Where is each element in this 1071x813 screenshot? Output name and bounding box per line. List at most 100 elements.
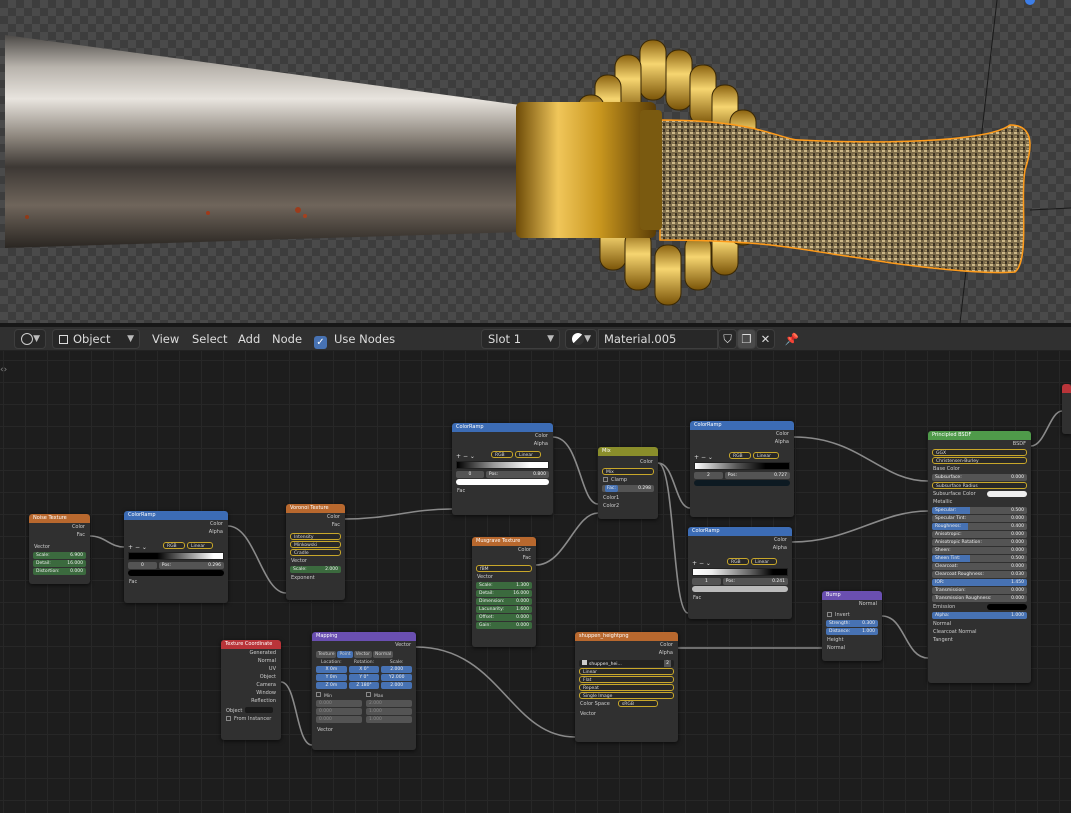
- color-space-row[interactable]: Color Space sRGB: [575, 700, 678, 708]
- material-browse-button[interactable]: ▼: [565, 329, 597, 349]
- stop-color-swatch[interactable]: [128, 570, 224, 576]
- node-principled-bsdf[interactable]: Principled BSDF BSDF GGX Christensen-Bur…: [928, 431, 1031, 683]
- stop-pos-field[interactable]: Pos: 0.727: [724, 472, 790, 479]
- object-mode-dropdown[interactable]: Object ▼: [52, 329, 140, 349]
- menu-view[interactable]: View: [152, 329, 179, 349]
- fake-user-shield-icon[interactable]: ⛉: [718, 329, 737, 349]
- strength-field[interactable]: Strength: 0.300: [826, 620, 878, 627]
- detail-field[interactable]: Detail: 16.000: [476, 590, 532, 597]
- clearcoat-field[interactable]: Clearcoat: 0.000: [932, 563, 1027, 570]
- stop-pos-field[interactable]: Pos: 0.241: [722, 578, 788, 585]
- ramp-controls[interactable]: + − ⌄ RGB Linear: [694, 452, 790, 461]
- menu-node[interactable]: Node: [272, 329, 302, 349]
- extension-dropdown[interactable]: Repeat: [579, 684, 674, 691]
- menu-add[interactable]: Add: [238, 329, 260, 349]
- transmission-field[interactable]: Transmission: 0.000: [932, 587, 1027, 594]
- anisotropic-rotation-field[interactable]: Anisotropic Rotation: 0.000: [932, 539, 1027, 546]
- ramp-controls[interactable]: + − ⌄ RGB Linear: [456, 451, 549, 460]
- projection-dropdown[interactable]: Flat: [579, 676, 674, 683]
- material-name-field[interactable]: Material.005: [598, 329, 718, 349]
- stop-index-field[interactable]: 0: [128, 562, 157, 569]
- ramp-stop-row: 2 Pos: 0.727: [694, 472, 790, 479]
- clearcoat-roughness-field[interactable]: Clearcoat Roughness: 0.030: [932, 571, 1027, 578]
- color-ramp-gradient[interactable]: [692, 568, 788, 576]
- sheen-tint-field[interactable]: Sheen Tint: 0.500: [932, 555, 1027, 562]
- mapping-type-tabs[interactable]: Texture Point Vector Normal: [316, 651, 412, 658]
- node-bump[interactable]: Bump Normal Invert Strength: 0.300 Distan…: [822, 591, 882, 661]
- ramp-controls[interactable]: + − ⌄ RGB Linear: [692, 558, 788, 567]
- stop-color-swatch[interactable]: [694, 480, 790, 486]
- color-ramp-gradient[interactable]: [128, 552, 224, 560]
- node-image-texture[interactable]: shuppen_heightpng Color Alpha shuppen_he…: [575, 632, 678, 742]
- dimension-field[interactable]: Dimension: 0.000: [476, 598, 532, 605]
- node-texture-coordinate[interactable]: Texture Coordinate Generated Normal UV O…: [221, 640, 281, 740]
- node-colorramp-1[interactable]: ColorRamp Color Alpha + − ⌄ RGB Linear 0 Po…: [124, 511, 228, 603]
- distortion-field[interactable]: Distortion: 0.000: [33, 568, 86, 575]
- stop-pos-field[interactable]: Pos: 0.800: [485, 471, 549, 478]
- subsurface-color-row[interactable]: Subsurface Color: [928, 490, 1031, 498]
- distribution-dropdown[interactable]: GGX: [932, 449, 1027, 456]
- alpha-field[interactable]: Alpha: 1.000: [932, 612, 1027, 619]
- ramp-controls[interactable]: + − ⌄ RGB Linear: [128, 542, 224, 551]
- pin-icon[interactable]: 📌: [784, 329, 800, 349]
- invert-checkbox[interactable]: Invert: [822, 611, 882, 619]
- musgrave-type-dropdown[interactable]: fBM: [476, 565, 532, 572]
- subsurface-method-dropdown[interactable]: Christensen-Burley: [932, 457, 1027, 464]
- stop-color-swatch[interactable]: [456, 479, 549, 485]
- node-noise-texture[interactable]: Noise Texture Color Fac Vector Scale: 6.9…: [29, 514, 90, 584]
- transmission-roughness-field[interactable]: Transmission Roughness: 0.000: [932, 595, 1027, 602]
- subsurface-radius-dropdown[interactable]: Subsurface Radius: [932, 482, 1027, 489]
- from-instancer-checkbox[interactable]: From Instancer: [221, 715, 281, 723]
- roughness-field[interactable]: Roughness: 0.400: [932, 523, 1027, 530]
- node-mix[interactable]: Mix Color Mix Clamp Fac: 0.298 Color1 Col…: [598, 447, 658, 519]
- subsurface-field[interactable]: Subsurface: 0.000: [932, 474, 1027, 481]
- stop-color-swatch[interactable]: [692, 586, 788, 592]
- stop-index-field[interactable]: 2: [694, 472, 723, 479]
- distance-field[interactable]: Distance: 1.000: [826, 628, 878, 635]
- scale-field[interactable]: Scale: 2.000: [290, 566, 341, 573]
- stop-index-field[interactable]: 1: [692, 578, 721, 585]
- specular-field[interactable]: Specular: 0.500: [932, 507, 1027, 514]
- lacunarity-field[interactable]: Lacunarity: 1.600: [476, 606, 532, 613]
- unlink-close-icon[interactable]: ✕: [756, 329, 775, 349]
- 3d-viewport[interactable]: [0, 0, 1071, 323]
- node-musgrave-texture[interactable]: Musgrave Texture Color Fac fBM Vector Sc…: [472, 537, 536, 647]
- slot-dropdown[interactable]: Slot 1 ▼: [481, 329, 560, 349]
- detail-field[interactable]: Detail: 16.000: [33, 560, 86, 567]
- feature-dropdown[interactable]: Intensity: [290, 533, 341, 540]
- ior-field[interactable]: IOR: 1.450: [932, 579, 1027, 586]
- scale-field[interactable]: Scale: 1.300: [476, 582, 532, 589]
- coloring-dropdown[interactable]: Cradle: [290, 549, 341, 556]
- sidebar-toggle-icon[interactable]: ‹›: [0, 365, 7, 375]
- clamp-checkbox[interactable]: Clamp: [598, 476, 658, 484]
- node-material-output[interactable]: [1062, 384, 1071, 434]
- color-ramp-gradient[interactable]: [694, 462, 790, 470]
- node-mapping[interactable]: Mapping Vector Texture Point Vector Normal …: [312, 632, 416, 750]
- use-nodes-toggle[interactable]: ✓ Use Nodes: [314, 329, 395, 349]
- anisotropic-field[interactable]: Anisotropic: 0.000: [932, 531, 1027, 538]
- blend-mode-dropdown[interactable]: Mix: [602, 468, 654, 475]
- node-voronoi-texture[interactable]: Voronoi Texture Color Fac Intensity Mink…: [286, 504, 345, 600]
- source-dropdown[interactable]: Single Image: [579, 692, 674, 699]
- object-picker[interactable]: Object: [221, 707, 281, 715]
- node-colorramp-2[interactable]: ColorRamp Color Alpha + − ⌄ RGB Linear 0 Po…: [452, 423, 553, 515]
- node-editor-canvas[interactable]: Noise Texture Color Fac Vector Scale: 6.9…: [0, 351, 1071, 813]
- stop-index-field[interactable]: 0: [456, 471, 484, 478]
- menu-select[interactable]: Select: [192, 329, 227, 349]
- emission-row[interactable]: Emission: [928, 603, 1031, 611]
- stop-pos-field[interactable]: Pos: 0.296: [158, 562, 224, 569]
- offset-field[interactable]: Offset: 0.000: [476, 614, 532, 621]
- editor-type-button[interactable]: ▼: [14, 329, 46, 349]
- interpolation-dropdown[interactable]: Linear: [579, 668, 674, 675]
- specular-tint-field[interactable]: Specular Tint: 0.000: [932, 515, 1027, 522]
- sheen-field[interactable]: Sheen: 0.000: [932, 547, 1027, 554]
- node-colorramp-4[interactable]: ColorRamp Color Alpha + − ⌄ RGB Linear 1 Po…: [688, 527, 792, 619]
- distance-dropdown[interactable]: Minkowski: [290, 541, 341, 548]
- gain-field[interactable]: Gain: 0.000: [476, 622, 532, 629]
- scale-field[interactable]: Scale: 6.900: [33, 552, 86, 559]
- image-selector[interactable]: shuppen_hei... 2: [579, 660, 674, 667]
- duplicate-material-icon[interactable]: ❐: [737, 329, 756, 349]
- color-ramp-gradient[interactable]: [456, 461, 549, 469]
- node-colorramp-3[interactable]: ColorRamp Color Alpha + − ⌄ RGB Linear 2 Po…: [690, 421, 794, 517]
- fac-field[interactable]: Fac: 0.298: [602, 485, 654, 492]
